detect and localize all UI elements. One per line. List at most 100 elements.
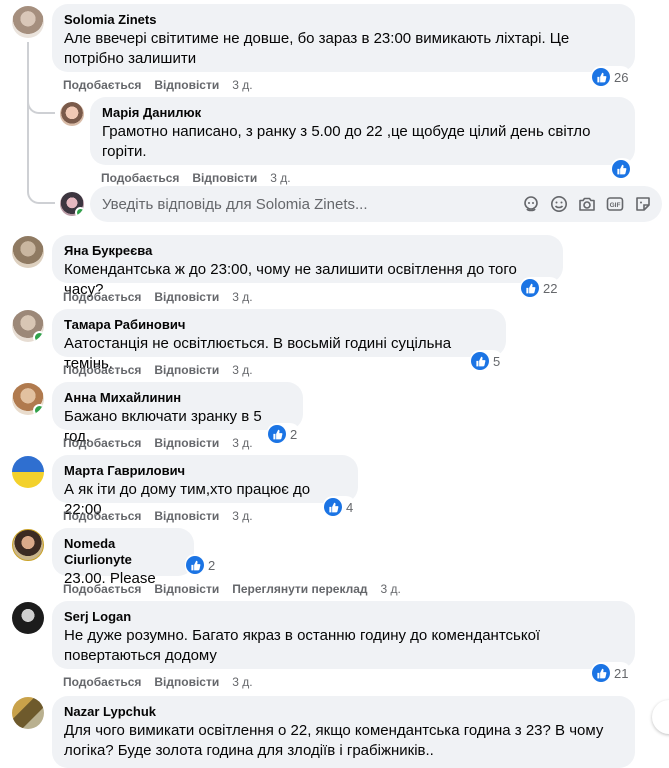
reply-input-box[interactable]: GIF (90, 186, 662, 222)
emoji-icon[interactable] (550, 195, 568, 213)
comment-author[interactable]: Яна Букреєва (64, 243, 551, 259)
reaction-number: 21 (614, 665, 629, 681)
reply-button[interactable]: Відповісти (154, 582, 219, 596)
comment-actions: Подобається Відповісти 3 д. (63, 509, 253, 523)
comment-bubble: Nomeda Ciurlionyte 23.00. Please (52, 528, 194, 587)
reaction-count[interactable]: 26 (591, 66, 632, 88)
comment-text: Але ввечері світитиме не довше, бо зараз… (64, 30, 570, 67)
like-button[interactable]: Подобається (101, 171, 179, 185)
reply-button[interactable]: Відповісти (154, 363, 219, 377)
comment-actions: Подобається Відповісти 3 д. (101, 171, 291, 185)
comment-author[interactable]: Анна Михайлинин (64, 390, 291, 406)
comment-text: Грамотно написано, з ранку з 5.00 до 22 … (102, 123, 591, 160)
avatar[interactable] (60, 102, 84, 126)
reaction-count[interactable]: 2 (185, 554, 219, 576)
comment-time[interactable]: 3 д. (232, 675, 252, 689)
reaction-count[interactable]: 5 (470, 350, 504, 372)
comment-bubble: Тамара Рабинович Аатостанція не освітлює… (52, 309, 506, 372)
like-icon (268, 425, 286, 443)
like-button[interactable]: Подобається (63, 78, 141, 92)
comment-actions: Подобається Відповісти 3 д. (63, 436, 253, 450)
like-icon (471, 352, 489, 370)
comment-bubble: Анна Михайлинин Бажано включати зранку в… (52, 382, 303, 445)
reply-button[interactable]: Відповісти (154, 78, 219, 92)
reaction-number: 2 (208, 557, 216, 573)
comment-author[interactable]: Nomeda Ciurlionyte (64, 536, 182, 568)
comment-time[interactable]: 3 д. (232, 78, 252, 92)
reaction-count[interactable]: 21 (591, 662, 632, 684)
see-translation-button[interactable]: Переглянути переклад (232, 582, 367, 596)
comment-author[interactable]: Solomia Zinets (64, 12, 623, 28)
sticker-icon[interactable] (634, 195, 652, 213)
avatar[interactable] (12, 310, 44, 342)
comment-author[interactable]: Марія Данилюк (102, 105, 623, 121)
like-icon (592, 68, 610, 86)
reply-button[interactable]: Відповісти (154, 675, 219, 689)
avatar[interactable] (12, 529, 44, 561)
comment-actions: Подобається Відповісти Переглянути перекла… (63, 582, 401, 596)
comment-time[interactable]: 3 д. (381, 582, 401, 596)
like-button[interactable]: Подобається (63, 509, 141, 523)
avatar[interactable] (12, 456, 44, 488)
avatar[interactable] (12, 236, 44, 268)
reaction-count[interactable] (611, 158, 633, 180)
reaction-count[interactable]: 4 (323, 496, 357, 518)
like-icon (612, 160, 630, 178)
reply-button[interactable]: Відповісти (154, 509, 219, 523)
like-icon (324, 498, 342, 516)
avatar-sticker-icon[interactable] (522, 195, 540, 213)
more-options-button[interactable] (652, 700, 669, 734)
like-icon (592, 664, 610, 682)
reaction-number: 2 (290, 426, 298, 442)
comment-time[interactable]: 3 д. (232, 436, 252, 450)
comment-bubble: Nazar Lypchuk Для чого вимикати освітлен… (52, 696, 635, 768)
like-button[interactable]: Подобається (63, 675, 141, 689)
comment-bubble: Solomia Zinets Але ввечері світитиме не … (52, 4, 635, 72)
comment-author[interactable]: Марта Гаврилович (64, 463, 346, 479)
like-button[interactable]: Подобається (63, 290, 141, 304)
comment-actions: Подобається Відповісти 3 д. (63, 78, 253, 92)
reply-button[interactable]: Відповісти (154, 290, 219, 304)
comment-text: Не дуже розумно. Багато якраз в останню … (64, 627, 541, 664)
reaction-number: 26 (614, 69, 629, 85)
reaction-number: 5 (493, 353, 501, 369)
comment-author[interactable]: Nazar Lypchuk (64, 704, 623, 720)
avatar[interactable] (12, 383, 44, 415)
reply-button[interactable]: Відповісти (154, 436, 219, 450)
camera-icon[interactable] (578, 195, 596, 213)
comment-actions: Подобається Відповісти 3 д. (63, 675, 253, 689)
reply-input[interactable] (102, 186, 482, 222)
online-indicator (75, 207, 84, 216)
like-icon (521, 279, 539, 297)
reaction-number: 4 (346, 499, 354, 515)
comment-actions: Подобається Відповісти 3 д. (63, 363, 253, 377)
like-button[interactable]: Подобається (63, 582, 141, 596)
comment-bubble: Serj Logan Не дуже розумно. Багато якраз… (52, 601, 635, 669)
like-button[interactable]: Подобається (63, 363, 141, 377)
gif-icon[interactable]: GIF (606, 195, 624, 213)
comment-actions: Подобається Відповісти 3 д. (63, 290, 253, 304)
comment-author[interactable]: Тамара Рабинович (64, 317, 494, 333)
comment-time[interactable]: 3 д. (270, 171, 290, 185)
reaction-count[interactable]: 2 (267, 423, 301, 445)
comment-author[interactable]: Serj Logan (64, 609, 623, 625)
like-button[interactable]: Подобається (63, 436, 141, 450)
comment-bubble: Яна Букреєва Комендантська ж до 23:00, ч… (52, 235, 563, 298)
comment-time[interactable]: 3 д. (232, 290, 252, 304)
reaction-number: 22 (543, 280, 558, 296)
comment-bubble: Марта Гаврилович А як іти до дому тим,хт… (52, 455, 358, 518)
avatar[interactable] (12, 602, 44, 634)
avatar[interactable] (60, 192, 84, 216)
comment-time[interactable]: 3 д. (232, 509, 252, 523)
avatar[interactable] (12, 697, 44, 729)
avatar[interactable] (12, 6, 44, 38)
online-indicator (33, 404, 44, 415)
reply-bubble: Марія Данилюк Грамотно написано, з ранку… (90, 97, 635, 165)
online-indicator (33, 331, 44, 342)
svg-text:GIF: GIF (610, 202, 621, 209)
reaction-count[interactable]: 22 (520, 277, 561, 299)
thread-connector (27, 108, 55, 204)
like-icon (186, 556, 204, 574)
reply-button[interactable]: Відповісти (192, 171, 257, 185)
comment-time[interactable]: 3 д. (232, 363, 252, 377)
